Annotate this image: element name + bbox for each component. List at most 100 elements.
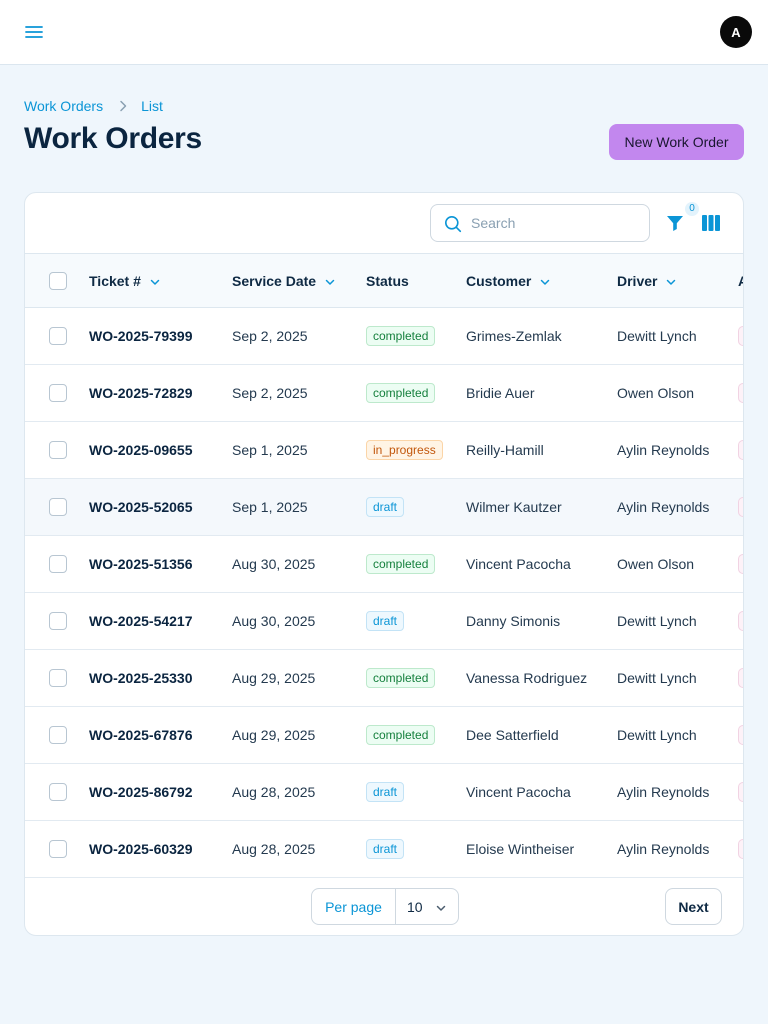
chevron-down-icon [324,275,336,287]
row-checkbox[interactable] [49,441,67,459]
table-toolbar: 0 [25,193,743,253]
table-row[interactable]: WO-2025-86792 Aug 28, 2025 draft Vincent Pa… [25,764,743,821]
select-all-checkbox[interactable] [49,271,67,290]
chevron-right-icon [115,98,131,114]
driver-name: Owen Olson [617,556,695,572]
driver-name: Dewitt Lynch [617,670,697,686]
service-date: Aug 30, 2025 [232,613,316,629]
breadcrumb: Work Orders List [24,96,163,116]
ticket-number[interactable]: WO-2025-60329 [89,841,193,857]
status-badge: draft [366,839,405,859]
row-checkbox[interactable] [49,555,67,573]
avatar[interactable]: A [720,16,752,48]
column-header-customer[interactable]: Customer [466,253,617,308]
column-header-truncated[interactable]: A [738,253,743,308]
status-badge: completed [366,554,436,574]
customer-name: Dee Satterfield [466,727,559,743]
driver-name: Dewitt Lynch [617,328,697,344]
row-checkbox[interactable] [49,840,67,858]
row-checkbox[interactable] [49,612,67,630]
status-badge: completed [366,383,436,403]
table-row[interactable]: WO-2025-54217 Aug 30, 2025 draft Danny Simo… [25,593,743,650]
breadcrumb-work-orders[interactable]: Work Orders [24,98,103,114]
row-checkbox[interactable] [49,669,67,687]
driver-name: Owen Olson [617,385,695,401]
status-badge: in_progress [366,440,443,460]
driver-name: Aylin Reynolds [617,442,710,458]
customer-name: Wilmer Kautzer [466,499,562,515]
table-row[interactable]: WO-2025-72829 Sep 2, 2025 completed Bridie … [25,365,743,422]
table-header-row: Ticket # Service Date Status Customer Dr… [25,253,743,308]
per-page-value: 10 [407,898,423,915]
table-row[interactable]: WO-2025-60329 Aug 28, 2025 draft Eloise Win… [25,821,743,878]
menu-icon[interactable] [22,20,46,44]
status-badge: draft [366,611,405,631]
next-page-button[interactable]: Next [665,888,722,925]
work-orders-table-card: 0 Ticket # Service Date Status Customer … [24,192,744,936]
chevron-down-icon [539,275,551,287]
status-badge: completed [366,725,436,745]
service-date: Sep 1, 2025 [232,442,308,458]
search-box[interactable] [430,204,650,242]
status-badge: completed [366,326,436,346]
service-date: Aug 29, 2025 [232,727,316,743]
chevron-down-icon [149,275,161,287]
customer-name: Bridie Auer [466,385,535,401]
table-row[interactable]: WO-2025-67876 Aug 29, 2025 completed Dee Sa… [25,707,743,764]
customer-name: Vanessa Rodriguez [466,670,588,686]
truncated-badge [738,440,743,460]
table-row[interactable]: WO-2025-25330 Aug 29, 2025 completed Vaness… [25,650,743,707]
driver-name: Aylin Reynolds [617,499,710,515]
driver-name: Dewitt Lynch [617,727,697,743]
truncated-badge [738,383,743,403]
truncated-badge [738,725,743,745]
column-header-service-date[interactable]: Service Date [232,253,366,308]
row-checkbox[interactable] [49,726,67,744]
filter-count-badge: 0 [685,202,699,216]
column-header-driver[interactable]: Driver [617,253,738,308]
row-checkbox[interactable] [49,327,67,345]
ticket-number[interactable]: WO-2025-52065 [89,499,193,515]
breadcrumb-list[interactable]: List [141,98,163,114]
driver-name: Aylin Reynolds [617,841,710,857]
row-checkbox[interactable] [49,498,67,516]
search-icon [444,215,462,233]
table-row[interactable]: WO-2025-51356 Aug 30, 2025 completed Vincen… [25,536,743,593]
ticket-number[interactable]: WO-2025-09655 [89,442,193,458]
service-date: Aug 28, 2025 [232,784,316,800]
row-checkbox[interactable] [49,384,67,402]
truncated-badge [738,782,743,802]
status-badge: draft [366,782,405,802]
service-date: Sep 2, 2025 [232,328,308,344]
ticket-number[interactable]: WO-2025-72829 [89,385,193,401]
column-header-label: Ticket # [89,272,141,289]
ticket-number[interactable]: WO-2025-51356 [89,556,193,572]
per-page-select[interactable]: 10 [396,889,458,924]
service-date: Aug 29, 2025 [232,670,316,686]
table-row[interactable]: WO-2025-09655 Sep 1, 2025 in_progress Reill… [25,422,743,479]
chevron-down-icon [435,901,447,913]
columns-icon[interactable] [701,214,721,232]
service-date: Aug 28, 2025 [232,841,316,857]
service-date: Sep 2, 2025 [232,385,308,401]
search-input[interactable] [471,213,641,233]
per-page-control: Per page 10 [311,888,459,925]
ticket-number[interactable]: WO-2025-79399 [89,328,193,344]
row-checkbox[interactable] [49,783,67,801]
new-work-order-button[interactable]: New Work Order [609,124,744,160]
table-row[interactable]: WO-2025-79399 Sep 2, 2025 completed Grimes-… [25,308,743,365]
ticket-number[interactable]: WO-2025-86792 [89,784,193,800]
column-header-label: Customer [466,272,532,289]
filter-icon[interactable] [665,213,685,233]
customer-name: Eloise Wintheiser [466,841,575,857]
column-header-label: Service Date [232,272,317,289]
column-header-label: Status [366,272,409,289]
table-row[interactable]: WO-2025-52065 Sep 1, 2025 draft Wilmer Kaut… [25,478,743,536]
column-header-ticket[interactable]: Ticket # [89,253,232,308]
customer-name: Reilly-Hamill [466,442,544,458]
ticket-number[interactable]: WO-2025-54217 [89,613,193,629]
ticket-number[interactable]: WO-2025-25330 [89,670,193,686]
ticket-number[interactable]: WO-2025-67876 [89,727,193,743]
work-orders-table: Ticket # Service Date Status Customer Dr… [25,253,743,878]
customer-name: Vincent Pacocha [466,556,571,572]
